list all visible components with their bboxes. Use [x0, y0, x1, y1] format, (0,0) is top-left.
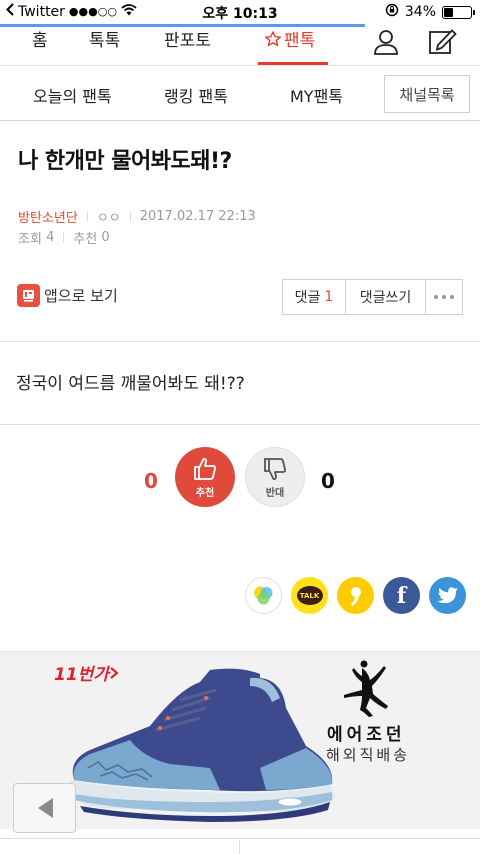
share-kakaostory-button[interactable] — [337, 577, 374, 614]
back-button[interactable] — [13, 783, 76, 833]
battery-icon — [442, 5, 475, 19]
tab-panphoto[interactable]: 판포토 — [164, 26, 211, 51]
more-options-button[interactable] — [426, 280, 462, 314]
sub-tab-my-fantalk[interactable]: MY팬톡 — [290, 83, 343, 107]
ad-subtitle: 해외직배송 — [326, 746, 411, 764]
facebook-icon: f — [396, 582, 407, 609]
battery-level — [444, 7, 453, 17]
kakaostory-icon — [350, 586, 361, 606]
kakaotalk-label: TALK — [299, 591, 320, 600]
content-divider — [0, 341, 480, 342]
write-icon[interactable] — [428, 28, 458, 60]
ad-title: 에어조던 — [327, 725, 406, 745]
star-icon — [264, 30, 282, 46]
upvote-label: 추천 — [195, 488, 215, 499]
downvote-count: 0 — [321, 469, 335, 493]
more-icon — [434, 295, 454, 299]
sub-tab-today-fantalk[interactable]: 오늘의 팬톡 — [33, 83, 112, 107]
recommend-label: 추천 — [73, 232, 98, 247]
status-right: 34% — [385, 3, 475, 21]
top-navigation: 홈 톡톡 판포토 팬톡 — [0, 24, 480, 66]
downvote-button[interactable]: 반대 — [245, 447, 305, 507]
post-title: 나 한개만 물어봐도돼!? — [18, 149, 232, 174]
status-bar: Twitter ●●●○○ 오후 10:13 34% — [0, 0, 480, 24]
downvote-label: 반대 — [265, 488, 285, 499]
tab-toktok[interactable]: 톡톡 — [89, 26, 120, 51]
post-nickname: ㅇㅇ — [96, 211, 121, 226]
meta-divider — [86, 211, 88, 222]
thumbs-up-icon — [194, 458, 216, 480]
pann-app-icon — [17, 284, 40, 307]
sub-tab-ranking-fantalk[interactable]: 랭킹 팬톡 — [164, 83, 228, 107]
views-label: 조회 — [18, 232, 42, 247]
share-line-button[interactable] — [245, 577, 282, 614]
orientation-lock-icon — [385, 3, 399, 21]
post-datetime: 2017.02.17 22:13 — [139, 209, 256, 224]
colorful-bubbles-icon — [253, 586, 272, 604]
write-comment-button[interactable]: 댓글쓰기 — [346, 280, 426, 314]
upvote-button[interactable]: 추천 — [175, 447, 235, 507]
meta-divider — [129, 211, 131, 222]
upvote-count: 0 — [144, 469, 158, 493]
tab-fantalk[interactable]: 팬톡 — [264, 26, 315, 51]
share-twitter-button[interactable] — [429, 577, 466, 614]
sneaker-image — [70, 668, 335, 822]
post-body: 정국이 여드름 깨물어봐도 돼!?? — [16, 374, 245, 394]
bottom-divider — [0, 838, 480, 839]
views-count: 4 — [46, 230, 55, 245]
back-arrow-icon — [37, 798, 53, 818]
user-icon[interactable] — [372, 28, 400, 60]
active-tab-indicator — [258, 62, 328, 65]
post-author[interactable]: 방탄소년단 — [18, 207, 78, 226]
meta-divider — [63, 232, 65, 243]
twitter-bird-icon — [436, 586, 458, 603]
jumpman-logo-icon — [344, 660, 388, 717]
comments-count: 1 — [324, 289, 334, 305]
sub-navigation: 오늘의 팬톡 랭킹 팬톡 MY팬톡 채널목록 — [0, 67, 480, 121]
thumbs-down-icon — [264, 458, 286, 480]
open-in-app-label: 앱으로 보기 — [44, 287, 118, 305]
battery-percent: 34% — [404, 4, 436, 20]
tab-home[interactable]: 홈 — [32, 26, 48, 51]
recommend-count: 0 — [101, 230, 110, 245]
open-in-app-link[interactable]: 앱으로 보기 — [17, 284, 118, 307]
comments-button[interactable]: 댓글 1 — [283, 280, 346, 314]
channel-list-button[interactable]: 채널목록 — [384, 75, 470, 113]
post-actions: 댓글 1 댓글쓰기 — [282, 279, 463, 315]
post-stats: 조회 4 추천 0 — [18, 228, 110, 247]
tab-fantalk-label: 팬톡 — [284, 31, 316, 51]
bottom-column-separator — [239, 840, 240, 854]
comments-label: 댓글 — [294, 290, 321, 306]
share-kakaotalk-button[interactable]: TALK — [291, 577, 328, 614]
post-meta: 방탄소년단 ㅇㅇ 2017.02.17 22:13 — [18, 207, 256, 226]
content-divider — [0, 424, 480, 425]
kakaotalk-icon: TALK — [296, 586, 323, 605]
share-facebook-button[interactable]: f — [383, 577, 420, 614]
